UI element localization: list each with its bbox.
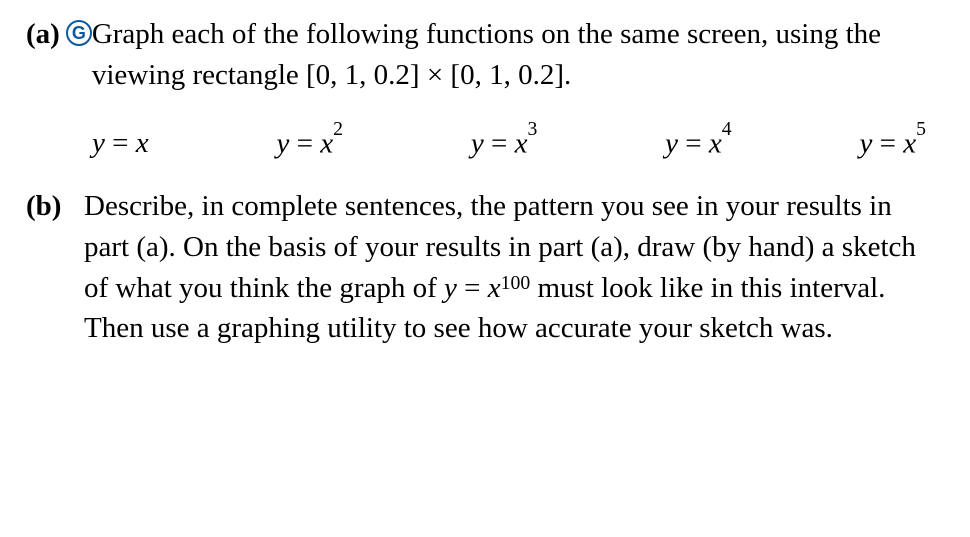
equation-4: y = x4 bbox=[665, 123, 731, 164]
part-b-label-block: (b) bbox=[26, 186, 84, 348]
equation-3: y = x3 bbox=[471, 123, 537, 164]
equation-2: y = x2 bbox=[276, 123, 342, 164]
part-a: (a) G Graph each of the following functi… bbox=[26, 14, 944, 95]
part-a-text: Graph each of the following functions on… bbox=[92, 14, 944, 95]
part-b-text: Describe, in complete sentences, the pat… bbox=[84, 186, 944, 348]
part-a-label: (a) bbox=[26, 14, 60, 55]
part-a-label-block: (a) G bbox=[26, 14, 92, 95]
equation-1: y = x bbox=[92, 123, 149, 164]
graphing-utility-icon: G bbox=[66, 20, 92, 46]
part-b: (b) Describe, in complete sentences, the… bbox=[26, 186, 944, 348]
equation-row: y = x y = x2 y = x3 y = x4 y = x5 bbox=[26, 105, 944, 186]
part-b-label: (b) bbox=[26, 186, 61, 227]
equation-5: y = x5 bbox=[860, 123, 926, 164]
